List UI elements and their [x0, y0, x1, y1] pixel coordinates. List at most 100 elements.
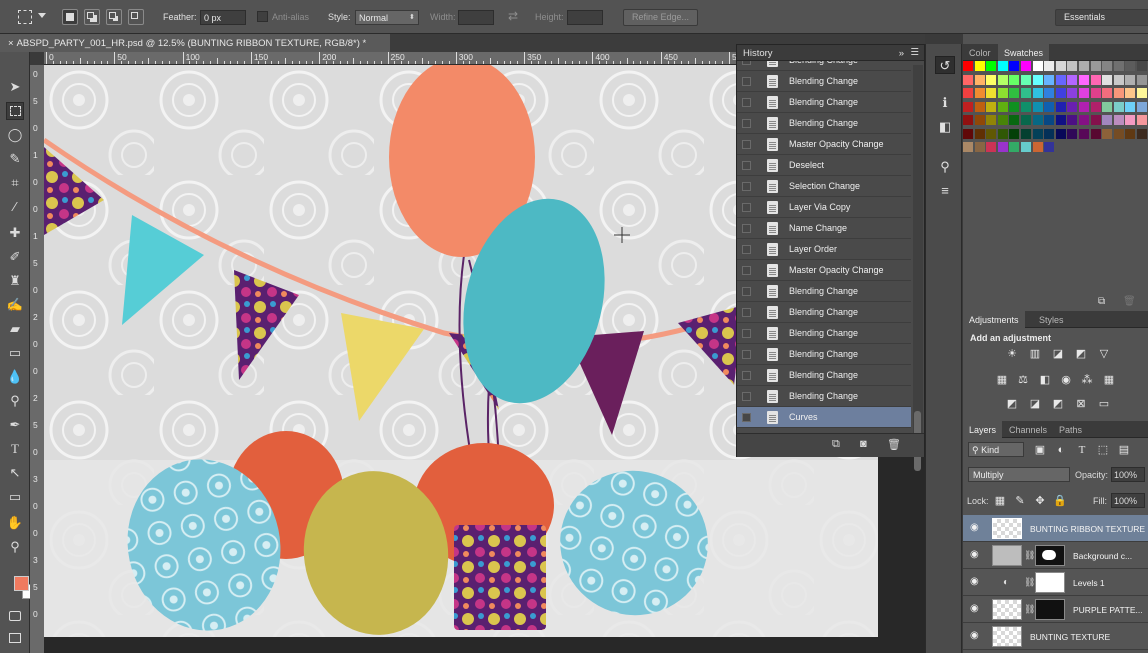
swatch[interactable]: [1044, 74, 1055, 85]
history-state-row[interactable]: Blending Change: [737, 92, 911, 113]
swatch[interactable]: [1055, 88, 1066, 98]
swatch[interactable]: [1032, 74, 1043, 85]
dodge-tool-icon[interactable]: ⚲: [6, 392, 24, 410]
path-selection-tool-icon[interactable]: ↖: [6, 464, 24, 482]
swatch[interactable]: [1102, 115, 1113, 125]
swatch[interactable]: [1055, 128, 1066, 139]
width-input[interactable]: [458, 10, 494, 25]
swatch[interactable]: [1067, 61, 1078, 71]
history-state-row[interactable]: Selection Change: [737, 176, 911, 197]
swatch[interactable]: [1079, 101, 1089, 112]
zoom-tool-icon[interactable]: ⚲: [6, 538, 24, 556]
visibility-eye-icon[interactable]: ◉: [970, 604, 982, 614]
rectangular-marquee-tool-icon[interactable]: [6, 102, 24, 120]
swatch[interactable]: [1032, 128, 1043, 139]
history-state-row[interactable]: Blending Change: [737, 71, 911, 92]
history-state-row[interactable]: Name Change: [737, 218, 911, 239]
swatch[interactable]: [974, 74, 985, 85]
history-source-checkbox[interactable]: [742, 245, 751, 254]
history-state-row[interactable]: Blending Change: [737, 281, 911, 302]
swatch[interactable]: [1055, 61, 1066, 71]
history-source-checkbox[interactable]: [742, 329, 751, 338]
filter-adjustment-icon[interactable]: ◐: [1054, 444, 1068, 456]
history-source-checkbox[interactable]: [742, 182, 751, 191]
gradient-tool-icon[interactable]: ▭: [6, 344, 24, 362]
swatch[interactable]: [1113, 101, 1124, 112]
swatch[interactable]: [1102, 61, 1113, 71]
swatch[interactable]: [1009, 61, 1020, 71]
swatch[interactable]: [1090, 128, 1101, 139]
fill-input[interactable]: 100%: [1111, 493, 1145, 508]
swatch[interactable]: [1102, 74, 1113, 85]
swatch[interactable]: [963, 101, 973, 112]
swatch[interactable]: [974, 61, 985, 71]
history-source-checkbox[interactable]: [742, 224, 751, 233]
swatch[interactable]: [1009, 115, 1020, 125]
layer-row[interactable]: ◉ BUNTING RIBBON TEXTURE: [963, 515, 1148, 542]
invert-icon[interactable]: ◩: [1005, 398, 1019, 410]
hand-tool-icon[interactable]: ✋: [6, 514, 24, 532]
swatch[interactable]: [1125, 115, 1136, 125]
foreground-color-swatch[interactable]: [14, 576, 29, 591]
visibility-eye-icon[interactable]: ◉: [970, 550, 982, 560]
history-source-checkbox[interactable]: [742, 140, 751, 149]
swatch[interactable]: [1090, 61, 1101, 71]
opacity-input[interactable]: 100%: [1111, 467, 1145, 482]
swatch[interactable]: [1044, 128, 1055, 139]
swatch[interactable]: [974, 115, 985, 125]
layer-row[interactable]: ◉ ⛓ Background c...: [963, 542, 1148, 569]
swatch[interactable]: [1044, 88, 1055, 98]
swatch[interactable]: [1125, 88, 1136, 98]
black-white-icon[interactable]: ◧: [1038, 374, 1052, 386]
brush-tool-icon[interactable]: ✐: [6, 248, 24, 266]
swatch[interactable]: [1067, 88, 1078, 98]
swatch[interactable]: [1090, 115, 1101, 125]
lock-position-icon[interactable]: ✥: [1033, 495, 1047, 507]
screen-mode-icon[interactable]: [6, 630, 24, 648]
swatch[interactable]: [1021, 101, 1031, 112]
swatch[interactable]: [997, 74, 1008, 85]
history-scrollbar[interactable]: [913, 65, 923, 435]
swatch[interactable]: [1032, 101, 1043, 112]
layer-row[interactable]: ◉ ⛓ PURPLE PATTE...: [963, 596, 1148, 623]
new-selection-button[interactable]: [62, 9, 78, 25]
swatch[interactable]: [1021, 74, 1031, 85]
tab-color[interactable]: Color: [963, 44, 997, 61]
preset-dropdown-arrow-icon[interactable]: [38, 13, 46, 18]
history-state-row[interactable]: Blending Change: [737, 61, 911, 71]
history-source-checkbox[interactable]: [742, 371, 751, 380]
history-state-row[interactable]: Layer Via Copy: [737, 197, 911, 218]
swatch[interactable]: [997, 142, 1008, 152]
swatch[interactable]: [963, 88, 973, 98]
visibility-eye-icon[interactable]: ◉: [970, 523, 982, 533]
filter-pixel-icon[interactable]: ▣: [1033, 444, 1047, 456]
swatch[interactable]: [963, 74, 973, 85]
layer-row[interactable]: ◉ ◐ ⛓ Levels 1: [963, 569, 1148, 596]
type-tool-icon[interactable]: T: [6, 440, 24, 458]
swatch[interactable]: [1021, 88, 1031, 98]
height-input[interactable]: [567, 10, 603, 25]
swatch[interactable]: [997, 128, 1008, 139]
collapse-panel-icon[interactable]: »: [899, 48, 904, 59]
swatch[interactable]: [1113, 128, 1124, 139]
swatch[interactable]: [1055, 74, 1066, 85]
swatch[interactable]: [1137, 61, 1147, 71]
swatch[interactable]: [1067, 115, 1078, 125]
feather-input[interactable]: 0 px: [200, 10, 246, 25]
swatch[interactable]: [1090, 74, 1101, 85]
swatch[interactable]: [1137, 74, 1147, 85]
history-source-checkbox[interactable]: [742, 392, 751, 401]
eyedropper-tool-icon[interactable]: ⁄: [6, 198, 24, 216]
mask-link-icon[interactable]: ⛓: [1024, 550, 1035, 561]
swatch[interactable]: [1102, 128, 1113, 139]
swatch[interactable]: [974, 101, 985, 112]
swatch[interactable]: [1032, 61, 1043, 71]
swatch[interactable]: [974, 142, 985, 152]
swatch[interactable]: [997, 88, 1008, 98]
swatch[interactable]: [986, 115, 997, 125]
tab-styles[interactable]: Styles: [1033, 311, 1070, 328]
brightness-contrast-icon[interactable]: ☀: [1005, 348, 1019, 360]
visibility-eye-icon[interactable]: ◉: [970, 577, 982, 587]
swatch[interactable]: [1009, 74, 1020, 85]
lock-all-icon[interactable]: 🔒: [1053, 495, 1067, 507]
